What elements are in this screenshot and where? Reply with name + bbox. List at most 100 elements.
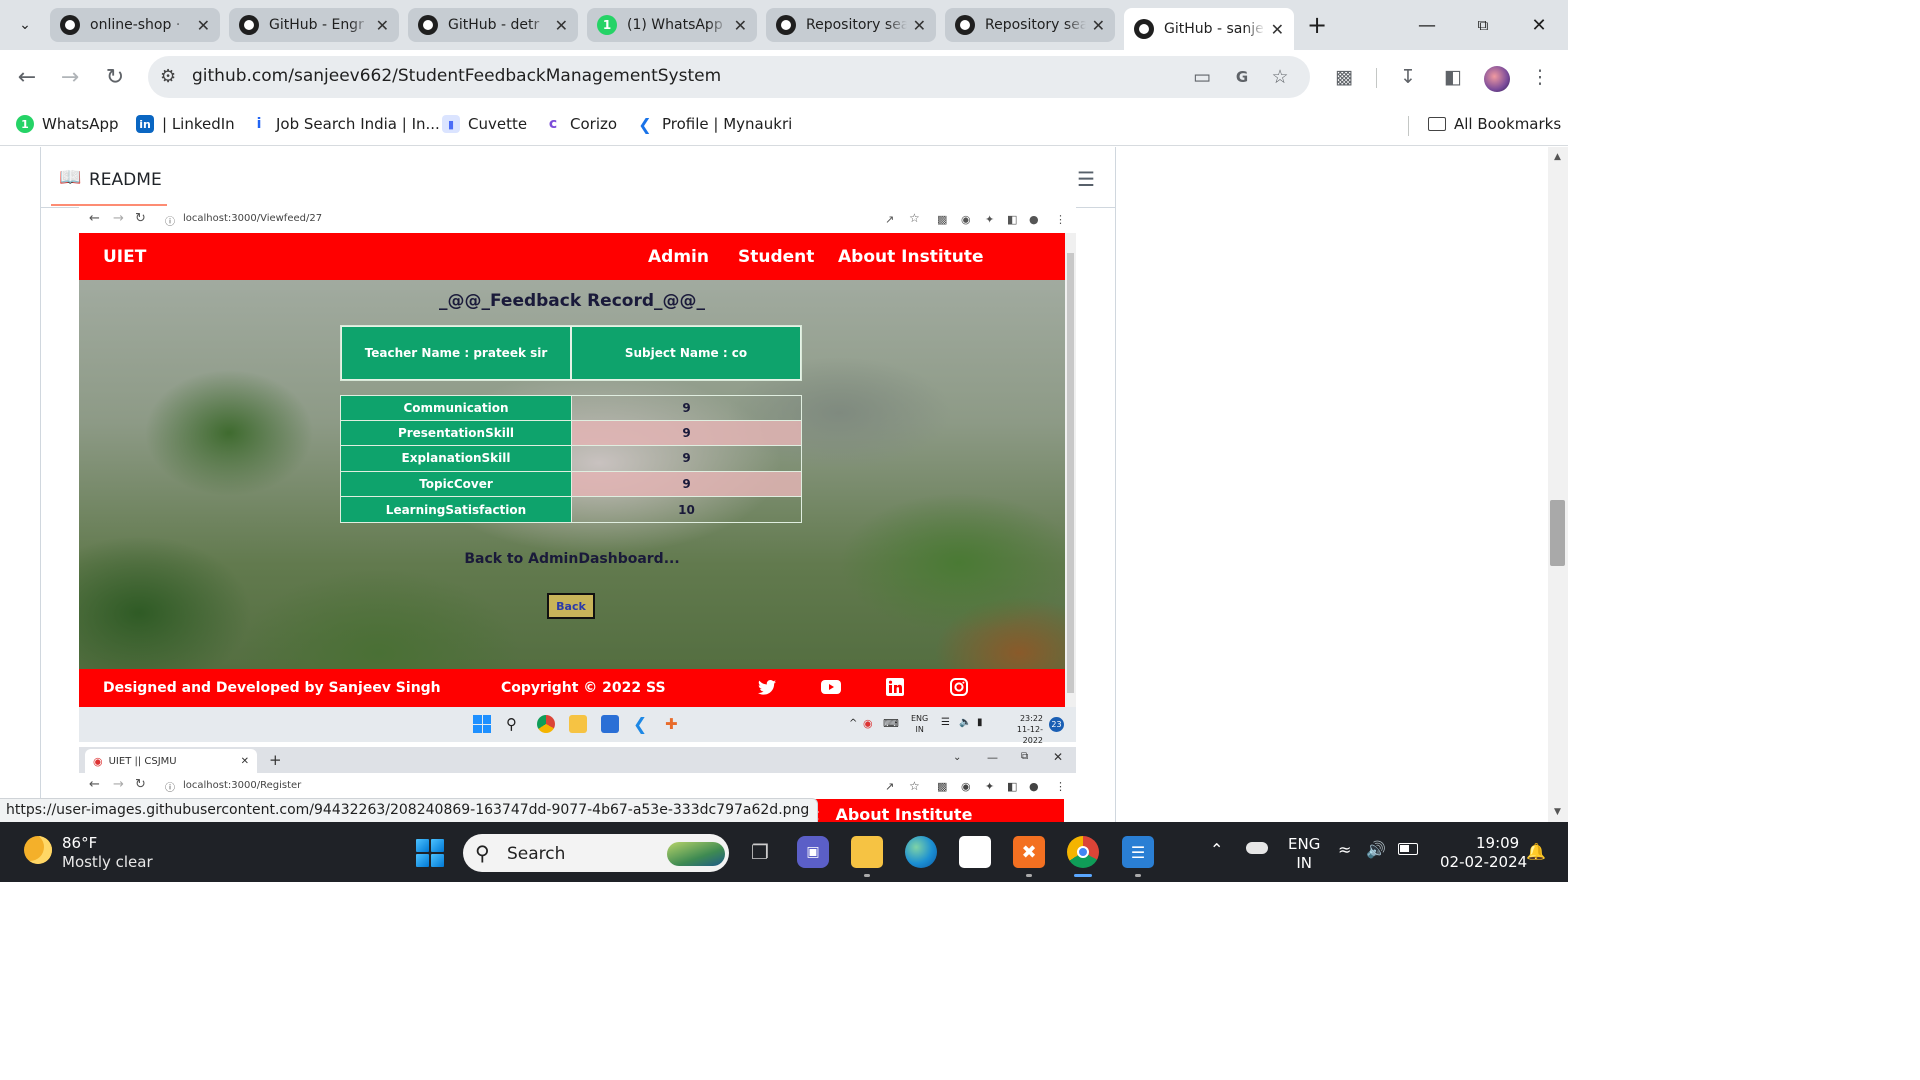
puzzle-icon: ✦ xyxy=(985,780,995,793)
page-scrollbar[interactable]: ▲ ▼ xyxy=(1548,147,1568,822)
screenshot2-tab-title: UIET || CSJMU xyxy=(108,755,177,767)
readme-tab[interactable]: README xyxy=(89,170,162,190)
github-icon xyxy=(1134,19,1154,39)
back-arrow-icon[interactable]: ← xyxy=(13,63,41,91)
bookmark-star-icon[interactable]: ☆ xyxy=(1266,63,1294,91)
weather-temperature[interactable]: 86°F xyxy=(62,834,97,852)
scroll-up-icon[interactable]: ▲ xyxy=(1554,152,1561,162)
bookmark-item[interactable]: i Job Search India | In... xyxy=(250,113,440,135)
readme-screenshot-image[interactable]: ← → ↻ ⓘ localhost:3000/Viewfeed/27 ↗ ☆ ▩… xyxy=(79,207,1076,745)
notepad-icon[interactable]: ☰ xyxy=(1122,836,1154,868)
subject-name-cell: Subject Name : co xyxy=(571,326,801,380)
browser-tab[interactable]: Repository sea ✕ xyxy=(945,8,1115,42)
screenshot-scrollbar xyxy=(1065,233,1076,707)
clock-date[interactable]: 02-02-2024 xyxy=(1440,853,1527,871)
score-value: 9 xyxy=(572,471,801,497)
language-indicator[interactable]: ENG IN xyxy=(1288,835,1320,873)
all-bookmarks-button[interactable]: All Bookmarks xyxy=(1428,113,1561,135)
forward-arrow-icon[interactable]: → xyxy=(56,63,84,91)
browser-tab-active[interactable]: GitHub - sanje ✕ xyxy=(1124,8,1294,50)
score-label: TopicCover xyxy=(341,471,572,497)
translate-icon[interactable]: G xyxy=(1228,63,1256,91)
minimize-button[interactable]: — xyxy=(1412,10,1442,40)
bookmark-item[interactable]: ❮ Profile | Mynaukri xyxy=(636,113,792,135)
browser-tab[interactable]: 1 (1) WhatsApp ✕ xyxy=(587,8,757,42)
new-tab-button[interactable]: + xyxy=(1302,10,1332,40)
bookmark-item[interactable]: ▮ Cuvette xyxy=(442,113,527,135)
close-tab-icon[interactable]: ✕ xyxy=(1271,20,1284,39)
weather-moon-icon[interactable] xyxy=(24,836,52,864)
close-tab-icon[interactable]: ✕ xyxy=(913,16,926,35)
close-tab-icon[interactable]: ✕ xyxy=(555,16,568,35)
score-label: PresentationSkill xyxy=(341,420,572,446)
browser-tab[interactable]: Repository sea ✕ xyxy=(766,8,936,42)
score-value: 9 xyxy=(682,400,691,415)
extensions-icon[interactable]: ▩ xyxy=(1330,63,1358,91)
task-view-icon[interactable]: ❐ xyxy=(744,836,776,868)
close-tab-icon[interactable]: ✕ xyxy=(197,16,210,35)
whatsapp-icon: 1 xyxy=(16,115,34,133)
reload-icon[interactable]: ↻ xyxy=(101,63,129,91)
extension-icon: ◉ xyxy=(961,780,971,793)
bookmarks-bar: 1 WhatsApp in | LinkedIn i Job Search In… xyxy=(0,104,1568,146)
restore-icon: ⧉ xyxy=(1021,751,1029,762)
file-explorer-icon xyxy=(569,715,587,733)
close-tab-icon[interactable]: ✕ xyxy=(734,16,747,35)
side-panel-icon[interactable]: ◧ xyxy=(1439,63,1467,91)
screenshot2-tab: ◉ UIET || CSJMU ✕ xyxy=(85,749,257,773)
extension-icon: ▩ xyxy=(937,213,948,226)
volume-icon[interactable]: 🔊 xyxy=(1366,840,1386,859)
clock-time[interactable]: 19:09 xyxy=(1476,834,1519,852)
store-icon xyxy=(601,715,619,733)
tab-title: Repository sea xyxy=(985,17,1086,33)
outline-list-icon[interactable]: ☰ xyxy=(1077,167,1095,191)
scrollbar-thumb[interactable] xyxy=(1550,500,1565,566)
close-tab-icon[interactable]: ✕ xyxy=(1092,16,1105,35)
browser-tab[interactable]: GitHub - detr ✕ xyxy=(408,8,578,42)
taskbar-search-box[interactable]: ⚲ Search xyxy=(463,834,729,872)
avatar-icon: ● xyxy=(1029,213,1039,226)
site-info-icon[interactable]: ⚙ xyxy=(160,66,176,87)
info-icon: ⓘ xyxy=(165,783,175,794)
file-explorer-icon[interactable] xyxy=(851,836,883,868)
more-menu-icon[interactable]: ⋮ xyxy=(1526,63,1554,91)
close-tab-icon[interactable]: ✕ xyxy=(376,16,389,35)
onedrive-cloud-icon[interactable] xyxy=(1246,842,1268,854)
browser-tab[interactable]: online-shop · ✕ xyxy=(50,8,220,42)
close-window-button[interactable]: ✕ xyxy=(1524,10,1554,40)
edge-icon[interactable] xyxy=(905,836,937,868)
notification-bell-icon[interactable]: 🔔 xyxy=(1526,842,1546,861)
scroll-down-icon[interactable]: ▼ xyxy=(1554,807,1561,817)
browser-tab[interactable]: GitHub - Engr ✕ xyxy=(229,8,399,42)
address-url[interactable]: github.com/sanjeev662/StudentFeedbackMan… xyxy=(192,66,721,86)
bookmark-item[interactable]: 1 WhatsApp xyxy=(16,113,119,135)
tray-chevron-icon: ^ xyxy=(849,718,858,729)
battery-icon[interactable] xyxy=(1398,843,1418,855)
score-value: 9 xyxy=(572,420,801,446)
notification-badge: 23 xyxy=(1049,717,1064,732)
xampp-icon[interactable]: ✖ xyxy=(1013,836,1045,868)
install-app-icon[interactable]: ▭ xyxy=(1188,63,1216,91)
bookmark-item[interactable]: c Corizo xyxy=(544,113,617,135)
bookmark-item[interactable]: in | LinkedIn xyxy=(136,113,235,135)
chrome-icon[interactable] xyxy=(1067,836,1099,868)
microsoft-store-icon[interactable] xyxy=(959,836,991,868)
nav-student: Student xyxy=(738,247,815,267)
tab-strip: ⌄ online-shop · ✕ GitHub - Engr ✕ GitHub… xyxy=(0,0,1568,50)
windows-start-button[interactable] xyxy=(416,839,444,867)
scores-table: Communication 9 PresentationSkill 9 Expl… xyxy=(340,395,802,523)
wifi-icon[interactable]: ≈ xyxy=(1338,840,1351,859)
profile-avatar[interactable] xyxy=(1484,66,1510,92)
new-tab-icon: + xyxy=(269,751,282,769)
tray-chevron-icon[interactable]: ⌃ xyxy=(1210,840,1223,859)
chevron-down-icon: ⌄ xyxy=(953,752,962,763)
restore-button[interactable]: ⧉ xyxy=(1468,10,1498,40)
screenshot-url: localhost:3000/Viewfeed/27 xyxy=(183,213,323,224)
tab-search-dropdown-icon[interactable]: ⌄ xyxy=(12,12,38,38)
download-icon[interactable]: ↧ xyxy=(1394,63,1422,91)
teams-chat-icon[interactable]: ▣ xyxy=(797,836,829,868)
back-arrow-icon: ← xyxy=(89,777,100,792)
weather-description[interactable]: Mostly clear xyxy=(62,853,153,871)
address-bar[interactable]: ⚙ github.com/sanjeev662/StudentFeedbackM… xyxy=(148,56,1310,98)
score-label: ExplanationSkill xyxy=(341,446,572,471)
